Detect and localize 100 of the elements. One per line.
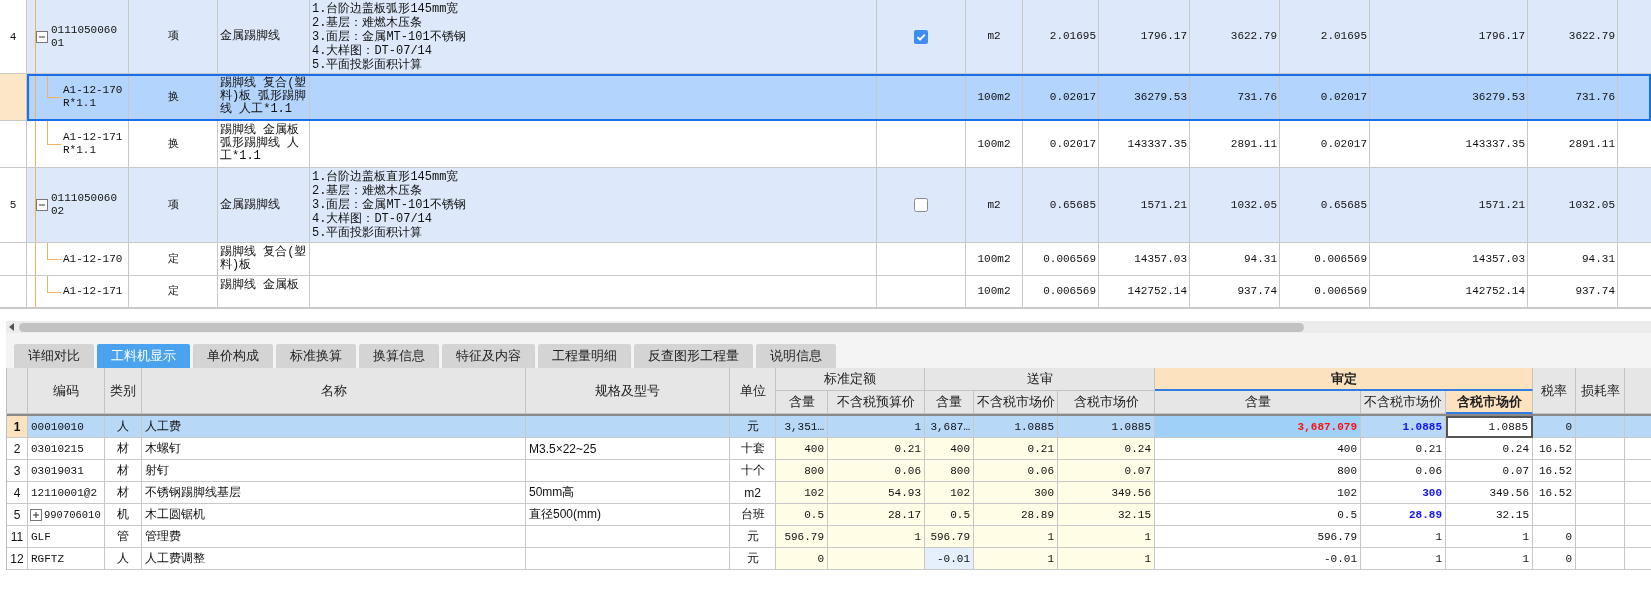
- row-header[interactable]: 4: [0, 0, 27, 74]
- column-group-header: 送审: [925, 368, 1155, 391]
- item-price: 1571.21: [1478, 198, 1525, 212]
- column-header[interactable]: 名称: [142, 368, 526, 414]
- item-quantity: 2.01695: [1320, 30, 1367, 43]
- table-cell: 人工费调整: [142, 548, 526, 570]
- table-cell: 1: [974, 526, 1058, 548]
- item-price: 36279.53: [1134, 90, 1187, 104]
- item-features: 1.台阶边盖板直形145mm宽 2.基层：难燃木压条 3.面层：金属MT-101不锈钢 4.大样图：DT-07/14 5.平面投影面积计算: [312, 170, 466, 240]
- item-features: 1.台阶边盖板弧形145mm宽 2.基层：难燃木压条 3.面层：金属MT-101不锈钢 4.大样图：DT-07/14 5.平面投影面积计算: [312, 1, 466, 72]
- tab[interactable]: 反查图形工程量: [634, 344, 753, 368]
- checkbox[interactable]: [914, 29, 928, 44]
- cell-text: 990706010: [44, 508, 101, 521]
- item-price: 143337.35: [1465, 137, 1525, 151]
- table-row[interactable]: 4 011105006001 项 金属踢脚线 1.台阶边盖板弧形145mm宽 2.基层：难燃木压条 3.面层：金属MT-101不锈钢 4.大样图：DT-07/14 5.平面投影面积计算 m2 2.01695 1796.17 3622.79 2.01695 1796.17 3622.79: [0, 0, 1651, 74]
- item-total: 731.76: [1237, 90, 1277, 104]
- tab[interactable]: 详细对比: [14, 344, 94, 368]
- row-header[interactable]: [0, 243, 27, 276]
- table-cell: 349.56: [1058, 482, 1155, 504]
- row-header[interactable]: 5: [0, 168, 27, 243]
- row-header[interactable]: [0, 121, 27, 168]
- column-header[interactable]: 含量: [776, 391, 828, 414]
- left-arrow-icon[interactable]: [9, 323, 15, 331]
- column-header[interactable]: 含税市场价: [1058, 391, 1155, 414]
- table-cell: 0.21: [828, 438, 925, 460]
- table-cell: 0: [776, 548, 828, 570]
- tab[interactable]: 特征及内容: [442, 344, 535, 368]
- table-row[interactable]: A1-12-171 R*1.1 换 踢脚线 金属板弧形踢脚线 人工*1.1 100m2 0.02017 143337.35 2891.11 0.02017 143337.35 2891.11: [0, 121, 1651, 168]
- collapse-icon[interactable]: [36, 30, 48, 43]
- table-row[interactable]: 5 011105006002 项 金属踢脚线 1.台阶边盖板直形145mm宽 2.基层：难燃木压条 3.面层：金属MT-101不锈钢 4.大样图：DT-07/14 5.平面投影面积计算 m2 0.65685 1571.21 1032.05 0.65685 1571.21 1032.05: [0, 168, 1651, 243]
- table-cell: -0.01: [925, 548, 974, 570]
- table-cell: 0.5: [776, 504, 828, 526]
- table-cell: 0.21: [974, 438, 1058, 460]
- expand-icon[interactable]: [30, 508, 42, 521]
- table-cell: 0.24: [1058, 438, 1155, 460]
- column-header[interactable]: 含量: [1155, 391, 1361, 414]
- table-cell: 54.93: [828, 482, 925, 504]
- table-cell: 0: [1533, 548, 1576, 570]
- item-name: 踢脚线 金属板: [220, 279, 300, 292]
- table-cell: 28.89: [974, 504, 1058, 526]
- item-code: A1-12-171: [63, 285, 124, 298]
- item-price: 14357.03: [1134, 252, 1187, 266]
- item-unit: 100m2: [977, 252, 1011, 266]
- table-row[interactable]: 1 00010010 人 人工费 元 3,351… 1 3,687… 1.0885 1.0885 3,687.079 1.0885 1.0885 0: [7, 416, 1651, 438]
- item-price: 143337.35: [1127, 137, 1187, 151]
- column-header[interactable]: 税率: [1533, 368, 1576, 414]
- row-number: 12: [7, 548, 28, 570]
- column-header[interactable]: 类别: [105, 368, 142, 414]
- table-cell: 1: [828, 526, 925, 548]
- item-price: 1796.17: [1478, 30, 1525, 43]
- column-header[interactable]: 不含税市场价: [974, 391, 1058, 414]
- item-name: 金属踢脚线: [220, 198, 280, 212]
- table-row[interactable]: 3 03019031 材 射钉 十个 800 0.06 800 0.06 0.07 800 0.06 0.07 16.52: [7, 460, 1651, 482]
- collapse-icon[interactable]: [36, 199, 48, 211]
- table-cell: -0.01: [1155, 548, 1361, 570]
- item-price: 1571.21: [1140, 198, 1187, 212]
- column-group-header: 审定: [1155, 368, 1533, 391]
- column-header[interactable]: 损耗率: [1576, 368, 1625, 414]
- table-cell: 1: [974, 548, 1058, 570]
- table-cell: 800: [776, 460, 828, 482]
- row-header[interactable]: [0, 276, 27, 308]
- column-header[interactable]: 不含税预算价: [828, 391, 925, 414]
- table-row[interactable]: 4 12110001@2 材 不锈钢踢脚线基层 50mm高 m2 102 54.93 102 300 349.56 102 300 349.56 16.52: [7, 482, 1651, 504]
- table-row[interactable]: A1-12-170 定 踢脚线 复合(塑料)板 100m2 0.006569 14357.03 94.31 0.006569 14357.03 94.31: [0, 243, 1651, 276]
- row-number: 1: [7, 416, 28, 438]
- horizontal-scrollbar[interactable]: [6, 321, 1651, 333]
- table-cell: 400: [776, 438, 828, 460]
- item-code: A1-12-171 R*1.1: [63, 131, 124, 157]
- item-quantity: 0.02017: [1049, 90, 1096, 104]
- table-row[interactable]: 2 03010215 材 木螺钉 M3.5×22~25 十套 400 0.21 400 0.21 0.24 400 0.21 0.24 16.52: [7, 438, 1651, 460]
- column-header[interactable]: 含税市场价: [1446, 391, 1533, 414]
- tab[interactable]: 说明信息: [756, 344, 836, 368]
- item-type: 换: [167, 137, 179, 151]
- table-row[interactable]: 12 RGFTZ 人 人工费调整 元 0 -0.01 1 1 -0.01 1 1 0: [7, 548, 1651, 570]
- item-name: 踢脚线 金属板弧形踢脚线 人工*1.1: [220, 124, 301, 163]
- checkbox[interactable]: [914, 198, 928, 212]
- item-total: 94.31: [1244, 252, 1277, 266]
- item-total: 937.74: [1575, 285, 1615, 298]
- item-total: 1032.05: [1568, 198, 1615, 212]
- item-price: 36279.53: [1472, 90, 1525, 104]
- column-header[interactable]: 编码: [28, 368, 105, 414]
- table-row[interactable]: 5 990706010 机 木工圆锯机 直径500(mm) 台班 0.5 28.17 0.5 28.89 32.15 0.5 28.89 32.15: [7, 504, 1651, 526]
- column-header[interactable]: 单位: [730, 368, 776, 414]
- item-unit: 100m2: [977, 285, 1011, 298]
- table-row[interactable]: 11 GLF 管 管理费 元 596.79 1 596.79 1 1 596.79 1 1 0: [7, 526, 1651, 548]
- table-cell: RGFTZ: [28, 548, 105, 570]
- tab[interactable]: 单价构成: [193, 344, 273, 368]
- item-quantity: 0.006569: [1314, 285, 1367, 298]
- tab[interactable]: 标准换算: [276, 344, 356, 368]
- item-quantity: 0.65685: [1320, 198, 1367, 212]
- tab[interactable]: 换算信息: [359, 344, 439, 368]
- table-cell: 800: [925, 460, 974, 482]
- column-header[interactable]: 含量: [925, 391, 974, 414]
- table-cell: 1: [1058, 526, 1155, 548]
- table-row[interactable]: A1-12-171 定 踢脚线 金属板 100m2 0.006569 142752.14 937.74 0.006569 142752.14 937.74: [0, 276, 1651, 308]
- column-header[interactable]: 规格及型号: [526, 368, 730, 414]
- tab[interactable]: 工程量明细: [538, 344, 631, 368]
- scrollbar-thumb[interactable]: [19, 322, 1304, 332]
- table-cell: 1: [1361, 548, 1446, 570]
- table-row[interactable]: A1-12-170 R*1.1 换 踢脚线 复合(塑料)板 弧形踢脚线 人工*1.1 100m2 0.02017 36279.53 731.76 0.02017 36279.53 731.76: [0, 74, 1651, 121]
